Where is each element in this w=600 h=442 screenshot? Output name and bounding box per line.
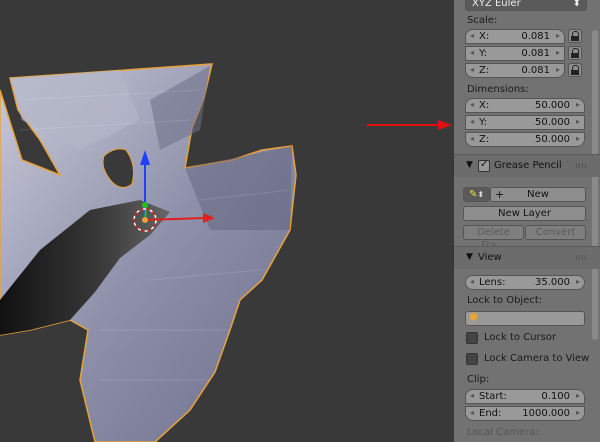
scale-label: Scale: <box>467 15 498 26</box>
new-grease-pencil-button[interactable]: + New <box>490 187 586 202</box>
local-camera-label: Local Camera: <box>467 427 539 438</box>
lock-to-cursor-checkbox[interactable] <box>466 332 478 344</box>
dimensions-z-field[interactable]: ◂ Z: 50.000 ▸ <box>465 132 585 147</box>
rotation-mode-dropdown[interactable]: XYZ Euler ⬍ <box>465 0 587 11</box>
pencil-datablock-selector[interactable]: ✎⬍ <box>463 187 490 202</box>
dimensions-x-field[interactable]: ◂ X: 50.000 ▸ <box>465 98 585 113</box>
triangle-down-icon: ▼ <box>466 252 473 262</box>
lens-field[interactable]: ◂ Lens: 35.000 ▸ <box>465 275 585 290</box>
cube-icon: ⬢ <box>469 312 478 323</box>
grip-icon[interactable] <box>576 163 588 168</box>
clip-start-field[interactable]: ◂ Start: 0.100 ▸ <box>465 389 585 404</box>
view-title: View <box>478 252 502 263</box>
viewport-canvas[interactable] <box>0 0 454 442</box>
lock-to-object-field[interactable]: ⬢ <box>465 311 585 326</box>
dimensions-y-field[interactable]: ◂ Y: 50.000 ▸ <box>465 115 585 130</box>
new-layer-button[interactable]: New Layer <box>463 206 586 221</box>
lock-icon[interactable] <box>568 46 582 60</box>
delete-frame-button[interactable]: Delete Fra... <box>463 225 524 251</box>
grease-pencil-checkbox[interactable]: ✓ <box>478 159 490 172</box>
clip-label: Clip: <box>467 374 490 385</box>
rotation-mode-label: XYZ Euler <box>472 0 521 9</box>
clip-end-field[interactable]: ◂ End: 1000.000 ▸ <box>465 406 585 421</box>
grease-pencil-header[interactable]: ▼ ✓ Grease Pencil <box>454 154 600 177</box>
scale-z-field[interactable]: ◂ Z: 0.081 ▸ <box>465 63 565 78</box>
lock-to-cursor-label: Lock to Cursor <box>484 332 557 343</box>
lock-icon[interactable] <box>568 63 582 77</box>
3d-viewport[interactable] <box>0 0 454 442</box>
lock-camera-label: Lock Camera to View <box>484 353 590 364</box>
lock-icon[interactable] <box>568 29 582 43</box>
panel-scrollbar[interactable] <box>592 30 598 340</box>
lock-camera-checkbox[interactable] <box>466 353 478 365</box>
scale-y-field[interactable]: ◂ Y: 0.081 ▸ <box>465 46 565 61</box>
convert-button[interactable]: Convert <box>525 225 586 240</box>
dimensions-label: Dimensions: <box>467 84 529 95</box>
grease-pencil-title: Grease Pencil <box>494 160 562 171</box>
grip-icon[interactable] <box>576 255 588 260</box>
new-label: New <box>527 189 549 200</box>
lock-to-object-label: Lock to Object: <box>467 295 543 306</box>
properties-panel: XYZ Euler ⬍ Scale: ◂ X: 0.081 ▸ ◂ Y: 0.081 ▸ ◂… <box>454 0 600 442</box>
check-icon: ✓ <box>480 159 489 170</box>
scale-x-field[interactable]: ◂ X: 0.081 ▸ <box>465 29 565 44</box>
object-origin <box>142 202 148 208</box>
view-header[interactable]: ▼ View <box>454 246 600 269</box>
plus-icon: + <box>495 188 505 201</box>
triangle-down-icon: ▼ <box>466 160 473 170</box>
dropdown-icon: ⬍ <box>572 0 581 9</box>
